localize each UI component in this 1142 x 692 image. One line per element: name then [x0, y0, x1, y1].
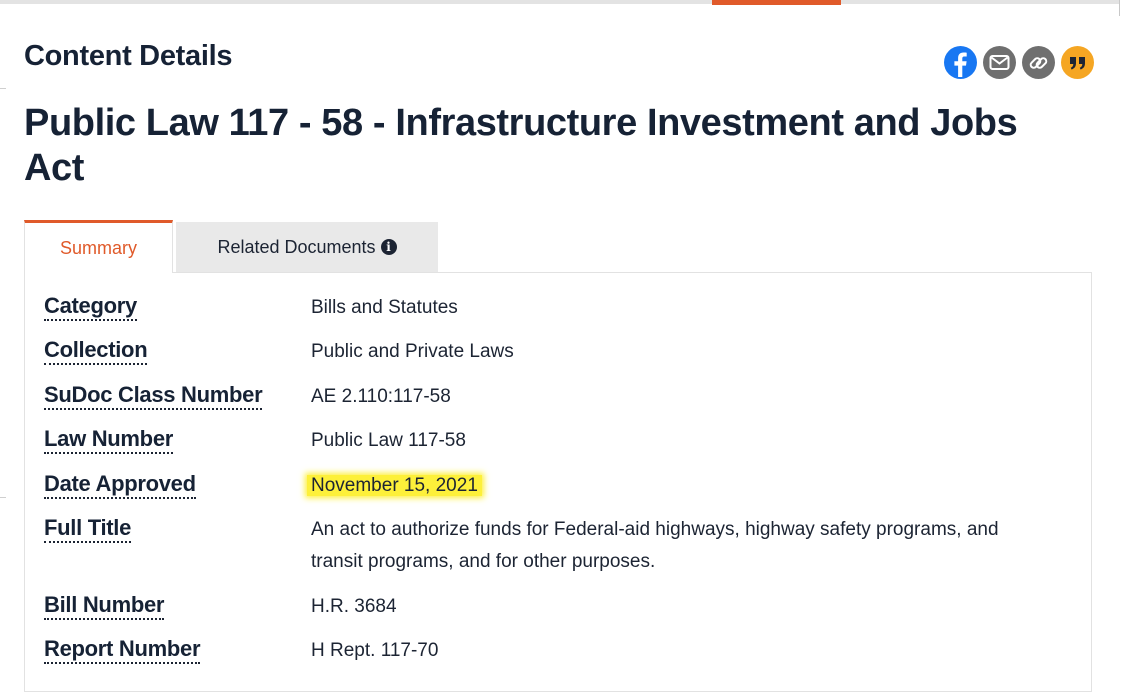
collection-label[interactable]: Collection — [44, 338, 148, 365]
bill-number-value: H.R. 3684 — [311, 596, 397, 617]
full-title-value: An act to authorize funds for Federal-ai… — [311, 519, 999, 572]
email-icon — [989, 55, 1010, 70]
top-nav-rule — [0, 0, 1120, 4]
link-icon — [1029, 57, 1048, 69]
law-number-label[interactable]: Law Number — [44, 427, 173, 454]
report-number-value: H Rept. 117-70 — [311, 640, 439, 661]
date-approved-highlight: November 15, 2021 — [307, 475, 482, 496]
sudoc-class-number-value: AE 2.110:117-58 — [311, 386, 451, 407]
sudoc-class-number-label[interactable]: SuDoc Class Number — [44, 383, 263, 410]
email-share-button[interactable] — [983, 46, 1016, 79]
facebook-share-button[interactable] — [944, 46, 977, 79]
section-title: Content Details — [24, 40, 233, 72]
page-title: Public Law 117 - 58 - Infrastructure Inv… — [24, 102, 1018, 189]
top-nav-strip — [0, 0, 1142, 6]
info-icon[interactable]: i — [380, 239, 397, 255]
tab-summary[interactable]: Summary — [24, 220, 173, 273]
content-tabs: Summary Related Documents i — [24, 220, 438, 273]
tab-related-documents[interactable]: Related Documents i — [176, 222, 438, 272]
copy-link-button[interactable] — [1022, 46, 1055, 79]
category-label[interactable]: Category — [44, 294, 137, 321]
left-edge-tick — [0, 88, 6, 89]
left-edge-tick — [0, 497, 6, 498]
report-number-label[interactable]: Report Number — [44, 637, 201, 664]
tab-related-label: Related Documents — [217, 236, 376, 257]
share-toolbar — [944, 46, 1094, 79]
scrollbar-edge — [1119, 0, 1120, 16]
bill-number-label[interactable]: Bill Number — [44, 593, 164, 620]
top-nav-active-indicator — [712, 0, 841, 5]
category-value: Bills and Statutes — [311, 297, 458, 318]
collection-value: Public and Private Laws — [311, 341, 514, 362]
cite-button[interactable] — [1061, 46, 1094, 79]
quote-icon — [1070, 57, 1085, 70]
full-title-label[interactable]: Full Title — [44, 516, 131, 543]
date-approved-value: November 15, 2021 — [307, 470, 482, 502]
date-approved-label[interactable]: Date Approved — [44, 472, 196, 499]
law-number-value: Public Law 117-58 — [311, 430, 466, 451]
facebook-icon — [954, 52, 967, 77]
tab-summary-label: Summary — [59, 237, 137, 258]
